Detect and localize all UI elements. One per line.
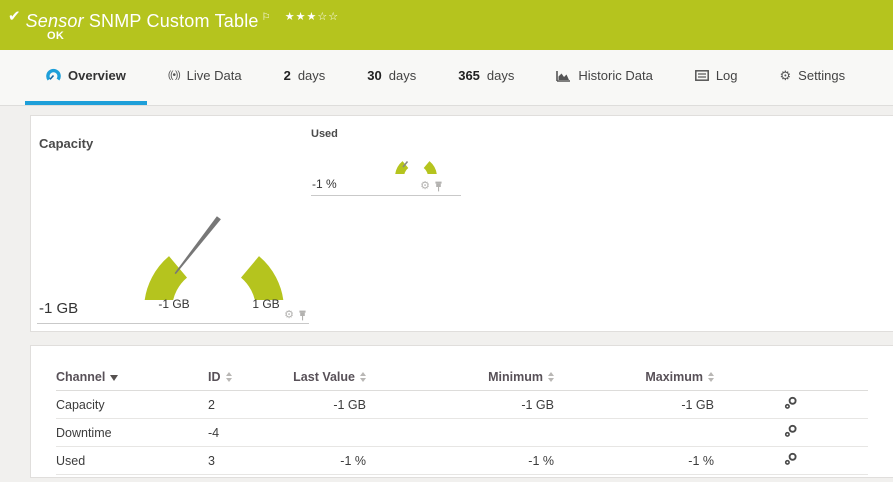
tab-number: 30 bbox=[367, 68, 382, 83]
pin-icon[interactable] bbox=[434, 181, 443, 192]
tab-number: 365 bbox=[458, 68, 480, 83]
cell-minimum: -1 % bbox=[366, 446, 554, 475]
column-header-maximum[interactable]: Maximum bbox=[645, 370, 714, 384]
cell-minimum: -1 GB bbox=[366, 390, 554, 419]
priority-stars[interactable]: ★★★☆☆ bbox=[285, 7, 339, 27]
live-data-icon: ((•)) bbox=[167, 70, 181, 81]
ok-check-icon: ✔ bbox=[8, 8, 21, 25]
tab-label: days bbox=[388, 68, 417, 83]
channel-settings-icon[interactable] bbox=[784, 452, 798, 466]
table-header-row: Channel ID Last Value Minimum Maximum bbox=[56, 364, 868, 391]
channel-table: Channel ID Last Value Minimum Maximum Ca… bbox=[56, 364, 868, 475]
sensor-status-header: ✔ Sensor SNMP Custom Table ⚐ ★★★☆☆ OK bbox=[0, 0, 893, 50]
sort-icon bbox=[360, 372, 366, 382]
cell-id: -4 bbox=[208, 418, 286, 447]
gauge-scale-min: -1 GB bbox=[158, 297, 190, 311]
tab-365-days[interactable]: 365 days bbox=[437, 50, 535, 105]
capacity-gauge-tile: Capacity -1 GB -1 GB 1 GB ⚙ bbox=[37, 124, 309, 324]
cell-id: 3 bbox=[208, 446, 286, 475]
sort-icon bbox=[225, 372, 232, 382]
gauge-title: Used bbox=[311, 128, 338, 140]
tab-label: days bbox=[486, 68, 515, 83]
cell-last-value: -1 % bbox=[286, 446, 366, 475]
cell-maximum: -1 % bbox=[554, 446, 714, 475]
gauge-settings-icon[interactable]: ⚙ bbox=[420, 181, 430, 192]
sensor-name: SNMP Custom Table bbox=[88, 11, 259, 31]
tab-bar: Overview ((•)) Live Data 2 days 30 days … bbox=[0, 50, 893, 106]
cell-id: 2 bbox=[208, 390, 286, 419]
tab-live-data[interactable]: ((•)) Live Data bbox=[147, 50, 263, 105]
table-row[interactable]: Downtime -4 bbox=[56, 418, 868, 447]
cell-last-value bbox=[286, 418, 366, 447]
gauge-icon bbox=[46, 68, 61, 83]
pin-icon[interactable] bbox=[298, 310, 307, 321]
cell-last-value: -1 GB bbox=[286, 390, 366, 419]
overview-gauges-panel: Capacity -1 GB -1 GB 1 GB ⚙ Used -1 % ⚙ bbox=[30, 115, 893, 332]
cell-maximum bbox=[554, 418, 714, 447]
cell-channel[interactable]: Used bbox=[56, 446, 208, 475]
used-gauge bbox=[395, 160, 437, 174]
tab-historic-data[interactable]: Historic Data bbox=[535, 50, 673, 105]
tab-label: Settings bbox=[798, 68, 846, 83]
tab-label: Overview bbox=[68, 68, 126, 83]
column-header-last-value[interactable]: Last Value bbox=[293, 370, 366, 384]
table-row[interactable]: Used 3 -1 % -1 % -1 % bbox=[56, 446, 868, 475]
sort-icon bbox=[708, 372, 714, 382]
title-prefix: Sensor bbox=[25, 11, 84, 31]
sort-desc-icon bbox=[110, 375, 119, 381]
capacity-gauge bbox=[144, 216, 284, 300]
tab-2-days[interactable]: 2 days bbox=[263, 50, 347, 105]
status-badge: OK bbox=[47, 30, 65, 42]
tab-label: Historic Data bbox=[578, 68, 653, 83]
tab-30-days[interactable]: 30 days bbox=[346, 50, 437, 105]
tab-label: Log bbox=[715, 68, 738, 83]
column-header-minimum[interactable]: Minimum bbox=[488, 370, 554, 384]
gear-icon: ⚙ bbox=[779, 68, 792, 83]
gauge-title: Capacity bbox=[39, 136, 94, 151]
tab-label: days bbox=[297, 68, 326, 83]
sort-icon bbox=[548, 372, 554, 382]
gauge-scale-max: 1 GB bbox=[252, 297, 280, 311]
page-title: Sensor SNMP Custom Table ⚐ bbox=[26, 7, 271, 32]
gauge-current-value: -1 % bbox=[312, 177, 337, 191]
channel-table-panel: Channel ID Last Value Minimum Maximum Ca… bbox=[30, 345, 893, 478]
tab-label: Live Data bbox=[186, 68, 242, 83]
column-header-id[interactable]: ID bbox=[208, 370, 232, 384]
prtg-sensor-page: ✔ Sensor SNMP Custom Table ⚐ ★★★☆☆ OK Over… bbox=[0, 0, 893, 482]
gauge-settings-icon[interactable]: ⚙ bbox=[284, 310, 294, 321]
cell-maximum: -1 GB bbox=[554, 390, 714, 419]
cell-minimum bbox=[366, 418, 554, 447]
channel-settings-icon[interactable] bbox=[784, 424, 798, 438]
area-chart-icon bbox=[556, 70, 571, 82]
tab-settings[interactable]: ⚙ Settings bbox=[759, 50, 867, 105]
tab-overview[interactable]: Overview bbox=[25, 50, 147, 105]
table-row[interactable]: Capacity 2 -1 GB -1 GB -1 GB bbox=[56, 390, 868, 419]
gauge-needle bbox=[174, 216, 221, 275]
tab-number: 2 bbox=[283, 68, 291, 83]
flag-icon[interactable]: ⚐ bbox=[262, 12, 271, 23]
gauge-current-value: -1 GB bbox=[39, 300, 79, 317]
used-gauge-tile: Used -1 % ⚙ bbox=[311, 126, 461, 196]
cell-channel[interactable]: Downtime bbox=[56, 418, 208, 447]
column-header-channel[interactable]: Channel bbox=[56, 370, 119, 384]
cell-channel[interactable]: Capacity bbox=[56, 390, 208, 419]
channel-settings-icon[interactable] bbox=[784, 396, 798, 410]
log-icon bbox=[694, 70, 709, 81]
tab-log[interactable]: Log bbox=[674, 50, 759, 105]
